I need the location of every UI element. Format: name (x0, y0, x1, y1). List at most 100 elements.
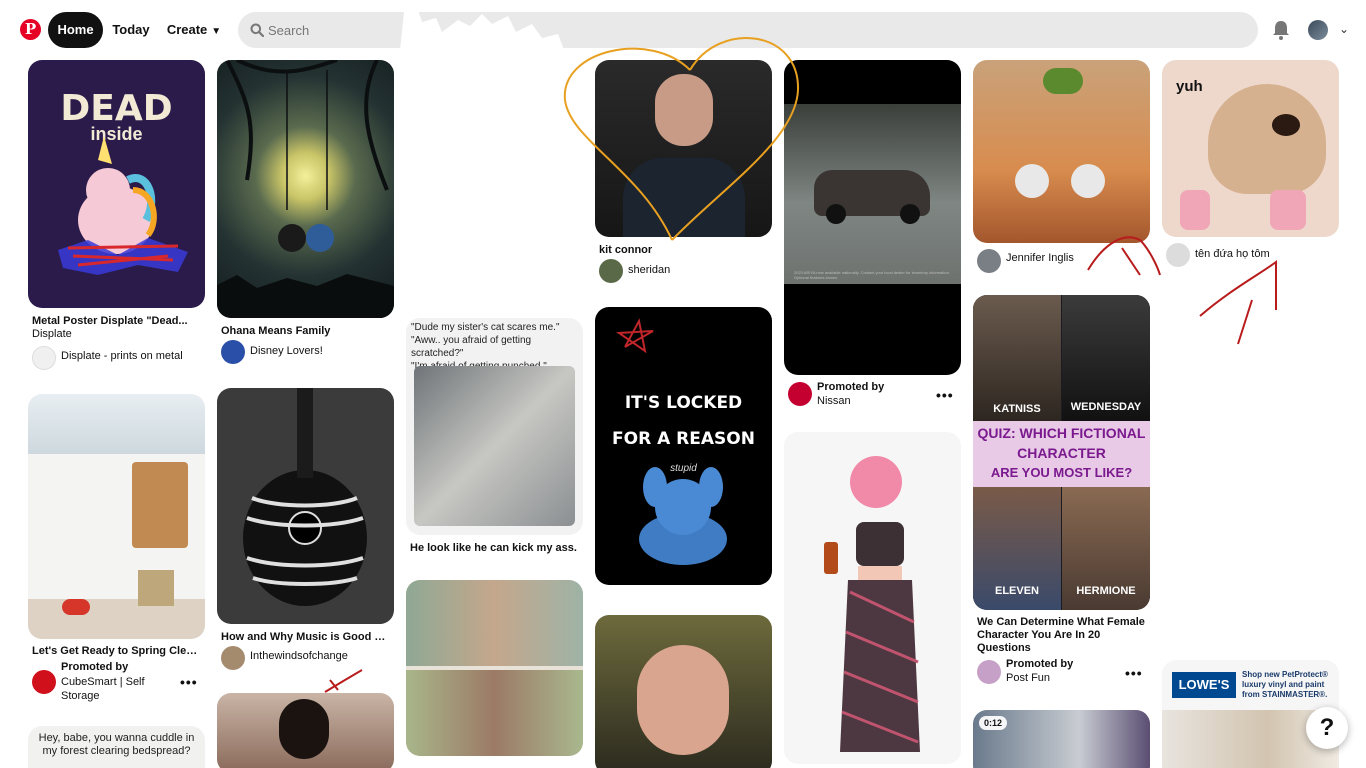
pin-dead-inside[interactable]: DEAD inside (28, 60, 205, 308)
top-nav-bar: P Home Today Create▼ ⌄ (0, 0, 1366, 60)
cat-photo (414, 366, 575, 526)
help-button[interactable]: ? (1306, 707, 1348, 749)
tree-silhouette (217, 60, 394, 318)
car-photo (784, 104, 961, 284)
pin-smiling-boy[interactable] (595, 615, 772, 768)
label-hermione: HERMIONE (1076, 585, 1136, 597)
pin-title[interactable]: Let's Get Ready to Spring Clean! (32, 645, 202, 657)
search-icon (250, 23, 264, 37)
pin-pink-hair-art[interactable] (784, 432, 961, 764)
label-eleven: ELEVEN (994, 585, 1039, 597)
nav-create-label: Create (166, 22, 208, 37)
pin-image-text: Hey, babe, you wanna cuddle in my forest… (38, 732, 195, 757)
ad-fineprint: 2023 ARIYA now available nationally. Con… (794, 270, 950, 280)
white-scribble-mark (400, 10, 564, 50)
pink-nails-left (1180, 190, 1210, 230)
user-avatar[interactable] (1166, 243, 1190, 267)
pin-user-name[interactable]: tên đứa họ tôm (1195, 248, 1270, 260)
promoted-by-label: Promoted by (817, 381, 885, 393)
stitch-illustration (616, 318, 727, 565)
chevron-down-icon: ▼ (211, 26, 222, 37)
user-avatar[interactable] (1308, 20, 1328, 40)
more-options-icon[interactable]: ••• (1125, 665, 1143, 681)
dog-head (1208, 84, 1326, 194)
quiz-line1: QUIZ: WHICH FICTIONAL (977, 425, 1146, 441)
promoted-brand[interactable]: Post Fun (1006, 672, 1050, 684)
pin-two-photos[interactable] (406, 580, 583, 756)
user-avatar[interactable] (221, 340, 245, 364)
pin-ohana[interactable] (217, 60, 394, 318)
pin-title[interactable]: kit connor (599, 244, 769, 256)
quiz-line2: CHARACTER (1017, 445, 1106, 461)
car-wheel (826, 204, 846, 224)
nav-home-label: Home (57, 22, 94, 37)
nav-create-button[interactable]: Create ▼ (163, 12, 225, 48)
face-photo (655, 74, 713, 146)
more-options-icon[interactable]: ••• (180, 674, 198, 690)
nav-today-button[interactable]: Today (108, 12, 154, 48)
promoted-brand[interactable]: Nissan (817, 395, 851, 407)
pin-title[interactable]: Metal Poster Displate "Dead... (32, 315, 202, 327)
pin-nissan-ad[interactable]: 2023 ARIYA now available nationally. Con… (784, 60, 961, 375)
ad-text: Shop new PetProtect® luxury vinyl and pa… (1242, 670, 1328, 699)
left-eye (1015, 164, 1049, 198)
label-wednesday: WEDNESDAY (1070, 401, 1142, 413)
user-avatar[interactable] (221, 646, 245, 670)
more-options-icon[interactable]: ••• (936, 387, 954, 403)
portrait-hair (279, 699, 329, 759)
pin-quiz[interactable]: KATNISS WEDNESDAY QUIZ: WHICH FICTIONAL … (973, 295, 1150, 610)
user-avatar[interactable] (32, 346, 56, 370)
pin-rapunzel[interactable] (973, 60, 1150, 243)
pin-user-name[interactable]: Displate - prints on metal (61, 350, 183, 362)
pin-brand[interactable]: Displate (32, 328, 72, 340)
promoted-brand[interactable]: CubeSmart | Self Storage (61, 675, 171, 703)
character-illustration (824, 456, 920, 752)
kitchen-counter (28, 599, 205, 639)
pin-cat[interactable]: "Dude my sister's cat scares me." "Aww..… (406, 318, 583, 535)
quiz-banner: QUIZ: WHICH FICTIONAL CHARACTER ARE YOU … (973, 421, 1150, 487)
pin-title[interactable]: He look like he can kick my ass. (410, 542, 580, 554)
pin-image-text: yuh (1176, 78, 1203, 95)
guitar-illustration (243, 388, 367, 606)
lowes-logo: LOWE'S (1172, 672, 1236, 698)
account-chevron-down-icon[interactable]: ⌄ (1339, 22, 1349, 36)
pin-kitchen[interactable] (28, 394, 205, 639)
promoted-by-label: Promoted by (61, 661, 129, 673)
pin-stitch-locked[interactable]: IT'S LOCKED FOR A REASON stupid (595, 307, 772, 585)
face-photo (637, 645, 729, 755)
cubesmart-logo[interactable] (32, 670, 56, 694)
user-avatar[interactable] (977, 249, 1001, 273)
photo-top (406, 580, 583, 666)
pin-user-name[interactable]: Inthewindsofchange (250, 650, 348, 662)
search-bar[interactable] (238, 10, 1258, 50)
pin-kit-connor[interactable] (595, 60, 772, 237)
pin-title[interactable]: How and Why Music is Good Fo... (221, 631, 391, 643)
frog-on-head (1043, 68, 1083, 94)
nav-home-button[interactable]: Home (48, 12, 103, 48)
nissan-logo[interactable] (788, 382, 812, 406)
pink-nails-right (1270, 190, 1306, 230)
box-on-counter (138, 570, 174, 606)
unicorn-illustration (58, 136, 188, 275)
promoted-by-label: Promoted by (1006, 658, 1074, 670)
pin-title[interactable]: Ohana Means Family (221, 325, 391, 337)
pin-video[interactable]: 0:12 (973, 710, 1150, 768)
pin-bedspread[interactable]: Hey, babe, you wanna cuddle in my forest… (28, 726, 205, 768)
post-fun-logo[interactable] (977, 660, 1001, 684)
kitchen-shelf (28, 394, 205, 454)
dog-eye (1272, 114, 1300, 136)
pinterest-logo-icon[interactable]: P (20, 19, 41, 40)
pin-portrait[interactable] (217, 693, 394, 768)
pin-dog[interactable]: yuh (1162, 60, 1339, 237)
pin-user-name[interactable]: Disney Lovers! (250, 345, 323, 357)
pin-user-name[interactable]: sheridan (628, 264, 670, 276)
pin-title[interactable]: We Can Determine What Female Character Y… (977, 616, 1147, 655)
apples (62, 599, 90, 615)
user-avatar[interactable] (599, 259, 623, 283)
nav-today-label: Today (112, 22, 150, 37)
bell-icon[interactable] (1272, 20, 1290, 40)
quiz-line3: ARE YOU MOST LIKE? (990, 465, 1133, 480)
pin-skeleton-guitar[interactable] (217, 388, 394, 624)
label-katniss: KATNISS (993, 403, 1041, 415)
pin-user-name[interactable]: Jennifer Inglis (1006, 252, 1074, 264)
